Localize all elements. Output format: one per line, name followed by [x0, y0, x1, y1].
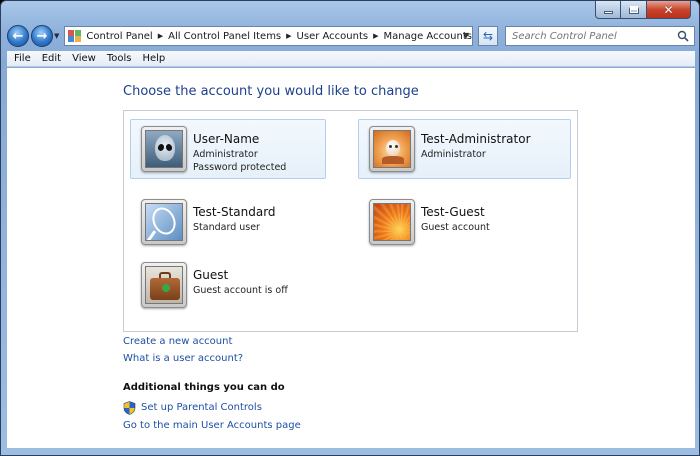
account-name: Test-Guest [421, 205, 485, 219]
main-content: Choose the account you would like to cha… [7, 68, 695, 448]
forward-arrow-icon: → [36, 28, 48, 44]
menu-edit[interactable]: Edit [42, 53, 61, 64]
menu-bar: File Edit View Tools Help [7, 51, 695, 67]
create-account-link[interactable]: Create a new account [123, 336, 232, 347]
breadcrumb-control-panel[interactable]: Control Panel [86, 31, 152, 42]
maximize-icon [628, 5, 639, 14]
recent-pages-dropdown[interactable]: ▼ [54, 32, 59, 40]
account-status: Guest account is off [193, 285, 288, 296]
accounts-list: User-Name Administrator Password protect… [123, 110, 578, 332]
navigation-bar: ← → ▼ ▶ Control Panel ▶ All Control Pane… [7, 25, 695, 49]
menu-file[interactable]: File [14, 53, 31, 64]
chevron-down-icon[interactable]: ▼ [463, 31, 469, 40]
avatar [141, 126, 187, 172]
alien-avatar-icon [145, 130, 183, 168]
main-accounts-page-link[interactable]: Go to the main User Accounts page [123, 420, 301, 431]
tennis-racket-avatar-icon [145, 203, 183, 241]
caption-buttons: ✕ [595, 1, 691, 19]
avatar [141, 262, 187, 308]
refresh-button[interactable]: ⇆ [478, 26, 498, 46]
search-input[interactable] [506, 27, 676, 45]
account-name: Test-Administrator [421, 132, 531, 146]
control-panel-icon [67, 29, 81, 43]
minimize-icon [603, 11, 613, 14]
breadcrumb-all-items[interactable]: All Control Panel Items [168, 31, 281, 42]
account-tile-guest[interactable]: Guest Guest account is off [130, 255, 326, 315]
address-bar[interactable]: ▶ Control Panel ▶ All Control Panel Item… [64, 26, 473, 46]
breadcrumb-separator-icon[interactable]: ▶ [373, 32, 378, 40]
chess-piece-avatar-icon [373, 130, 411, 168]
breadcrumb-user-accounts[interactable]: User Accounts [297, 31, 369, 42]
orange-flower-avatar-icon [373, 203, 411, 241]
uac-shield-icon [123, 401, 136, 415]
account-tile-test-guest[interactable]: Test-Guest Guest account [358, 192, 571, 252]
search-box[interactable] [505, 26, 695, 46]
account-tile-test-administrator[interactable]: Test-Administrator Administrator [358, 119, 571, 179]
forward-button[interactable]: → [31, 25, 53, 47]
back-arrow-icon: ← [12, 28, 24, 44]
menu-help[interactable]: Help [142, 53, 165, 64]
account-type: Guest account [421, 222, 490, 233]
close-icon: ✕ [663, 2, 674, 17]
breadcrumb-manage-accounts[interactable]: Manage Accounts [384, 31, 473, 42]
parental-controls-link[interactable]: Set up Parental Controls [141, 402, 262, 413]
breadcrumb-separator-icon[interactable]: ▶ [158, 32, 163, 40]
additional-heading: Additional things you can do [123, 382, 285, 393]
account-tile-test-standard[interactable]: Test-Standard Standard user [130, 192, 326, 252]
account-name: User-Name [193, 132, 260, 146]
what-is-account-link[interactable]: What is a user account? [123, 353, 243, 364]
avatar [141, 199, 187, 245]
account-name: Guest [193, 268, 229, 282]
refresh-icon: ⇆ [482, 29, 494, 43]
account-type: Administrator [193, 149, 258, 160]
close-button[interactable]: ✕ [647, 1, 691, 19]
account-status: Password protected [193, 162, 287, 173]
control-panel-window: ✕ ← → ▼ ▶ Control Panel ▶ All Control Pa… [0, 0, 700, 456]
menu-tools[interactable]: Tools [107, 53, 132, 64]
account-tile-user-name[interactable]: User-Name Administrator Password protect… [130, 119, 326, 179]
search-icon[interactable] [677, 30, 689, 42]
avatar [369, 126, 415, 172]
menu-view[interactable]: View [72, 53, 96, 64]
minimize-button[interactable] [595, 1, 621, 19]
avatar [369, 199, 415, 245]
page-title: Choose the account you would like to cha… [123, 84, 419, 99]
account-type: Administrator [421, 149, 486, 160]
breadcrumb-separator-icon[interactable]: ▶ [286, 32, 291, 40]
account-type: Standard user [193, 222, 260, 233]
maximize-button[interactable] [621, 1, 647, 19]
account-name: Test-Standard [193, 205, 276, 219]
back-button[interactable]: ← [7, 25, 29, 47]
briefcase-avatar-icon [145, 266, 183, 304]
